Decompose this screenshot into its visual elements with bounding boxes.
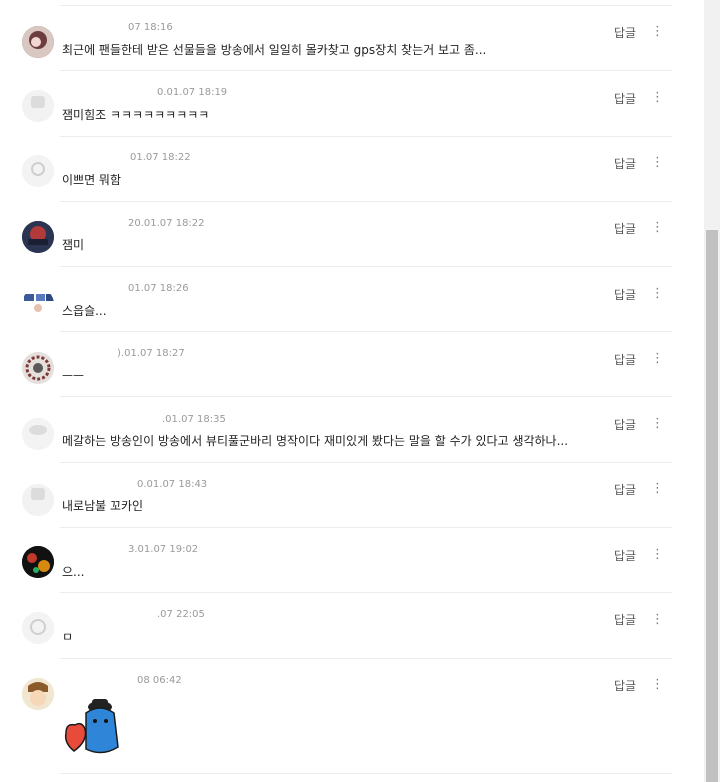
divider [60, 396, 672, 397]
reply-button[interactable]: 답글 [614, 611, 636, 628]
avatar[interactable] [22, 155, 54, 187]
reply-button[interactable]: 답글 [614, 155, 636, 172]
divider [60, 136, 672, 137]
more-options-icon[interactable]: ⋮ [651, 548, 664, 561]
comment-text: 잼미 [62, 238, 85, 252]
comment-text: ㅡㅡ [62, 369, 85, 383]
default-avatar-icon [22, 418, 54, 450]
comment-time: 08 06:42 [137, 675, 182, 686]
reply-button[interactable]: 답글 [614, 24, 636, 41]
comment-text: 최근에 팬들한테 받은 선물들을 방송에서 일일히 몰카찾고 gps장치 찾는거… [62, 43, 487, 57]
more-options-icon[interactable]: ⋮ [651, 25, 664, 38]
reply-button[interactable]: 답글 [614, 547, 636, 564]
avatar-image [22, 352, 54, 384]
divider [60, 70, 672, 71]
avatar[interactable] [22, 221, 54, 253]
default-avatar-icon [22, 155, 54, 187]
more-options-icon[interactable]: ⋮ [651, 613, 664, 626]
reply-button[interactable]: 답글 [614, 286, 636, 303]
avatar-image [22, 221, 54, 253]
comment-text: 스읍슬... [62, 304, 107, 318]
comment-time: 0.01.07 18:19 [157, 87, 228, 98]
divider [60, 527, 672, 528]
comment-time: .07 22:05 [157, 609, 205, 620]
reply-button[interactable]: 답글 [614, 677, 636, 694]
reply-button[interactable]: 답글 [614, 220, 636, 237]
comment-time: .01.07 18:35 [162, 414, 226, 425]
avatar[interactable] [22, 26, 54, 58]
comment-text: 메갈하는 방송인이 방송에서 뷰티풀군바리 명작이다 재미있게 봤다는 말을 할… [62, 434, 569, 448]
more-options-icon[interactable]: ⋮ [651, 287, 664, 300]
divider [60, 5, 672, 6]
reply-button[interactable]: 답글 [614, 416, 636, 433]
avatar[interactable] [22, 484, 54, 516]
divider [60, 266, 672, 267]
scrollbar-thumb[interactable] [706, 230, 718, 782]
avatar-image [22, 546, 54, 578]
more-options-icon[interactable]: ⋮ [651, 352, 664, 365]
avatar[interactable] [22, 546, 54, 578]
avatar-image [22, 288, 54, 320]
sticker-image [64, 699, 119, 754]
more-options-icon[interactable]: ⋮ [651, 417, 664, 430]
default-avatar-icon [22, 612, 54, 644]
comment-time: 20.01.07 18:22 [128, 218, 205, 229]
divider [60, 773, 672, 774]
vertical-scrollbar[interactable] [704, 0, 720, 782]
reply-button[interactable]: 답글 [614, 481, 636, 498]
more-options-icon[interactable]: ⋮ [651, 156, 664, 169]
avatar[interactable] [22, 418, 54, 450]
comment-time: 3.01.07 19:02 [128, 544, 199, 555]
reply-button[interactable]: 답글 [614, 90, 636, 107]
divider [60, 331, 672, 332]
divider [60, 658, 672, 659]
comment-text: 으... [62, 565, 85, 579]
comment-text: 잼미힘조 ㅋㅋㅋㅋㅋㅋㅋㅋㅋ [62, 108, 210, 122]
avatar[interactable] [22, 678, 54, 710]
more-options-icon[interactable]: ⋮ [651, 482, 664, 495]
avatar-image [22, 26, 54, 58]
divider [60, 592, 672, 593]
more-options-icon[interactable]: ⋮ [651, 91, 664, 104]
avatar[interactable] [22, 90, 54, 122]
avatar[interactable] [22, 352, 54, 384]
comment-text: 이쁘면 뭐함 [62, 173, 122, 187]
more-options-icon[interactable]: ⋮ [651, 678, 664, 691]
comment-time: ).01.07 18:27 [117, 348, 185, 359]
comment-time: 0.01.07 18:43 [137, 479, 208, 490]
more-options-icon[interactable]: ⋮ [651, 221, 664, 234]
avatar[interactable] [22, 288, 54, 320]
reply-button[interactable]: 답글 [614, 351, 636, 368]
divider [60, 201, 672, 202]
default-avatar-icon [22, 90, 54, 122]
default-avatar-icon [22, 484, 54, 516]
avatar-image [22, 678, 54, 710]
avatar[interactable] [22, 612, 54, 644]
comment-time: 01.07 18:22 [130, 152, 191, 163]
comment-text: ㅁ [62, 630, 74, 644]
comment-time: 07 18:16 [128, 22, 173, 33]
comment-text: 내로남불 꼬카인 [62, 499, 144, 513]
divider [60, 462, 672, 463]
comment-time: 01.07 18:26 [128, 283, 189, 294]
